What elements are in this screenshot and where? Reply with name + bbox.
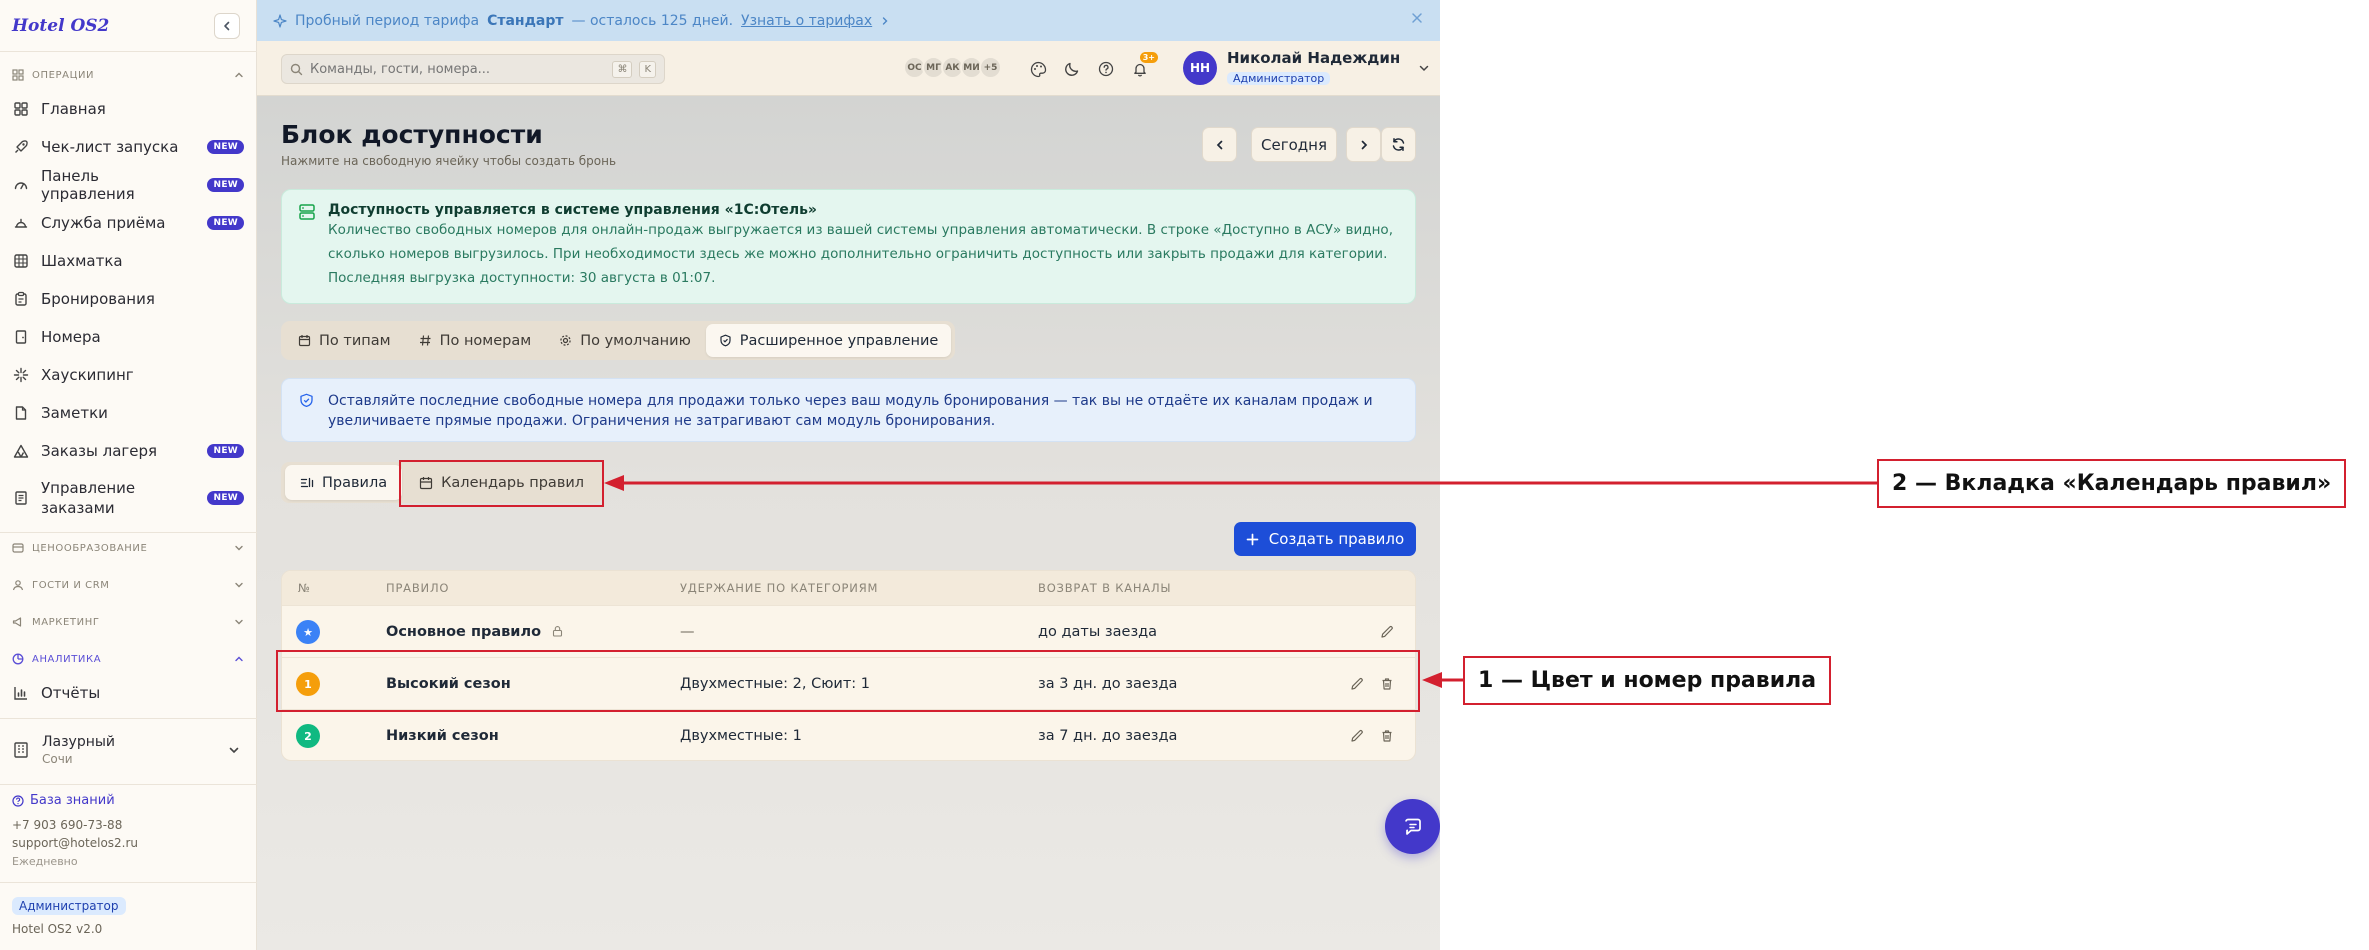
arrow-head-calendar	[604, 475, 624, 491]
callout-rule-color: 1 — Цвет и номер правила	[1463, 656, 1831, 705]
arrow-head-rule	[1422, 672, 1442, 688]
callout-calendar-tab: 2 — Вкладка «Календарь правил»	[1877, 459, 2346, 508]
